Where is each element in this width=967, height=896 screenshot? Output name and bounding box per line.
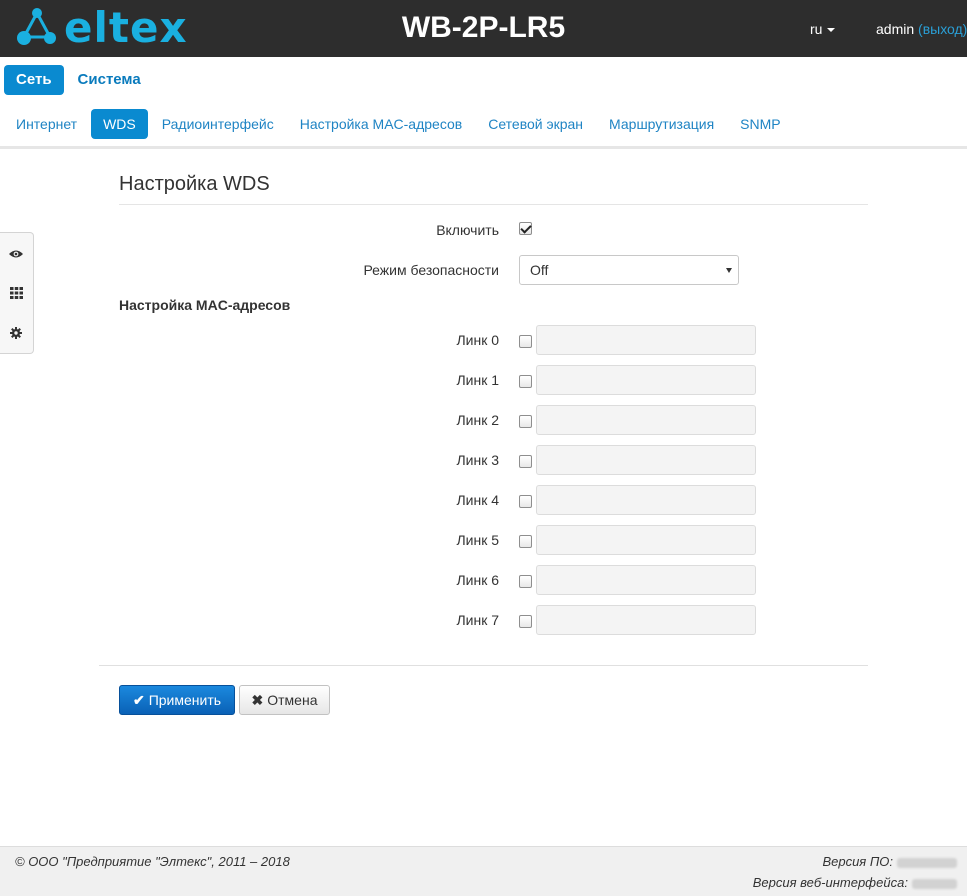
link-3-mac-input[interactable] [536,445,756,475]
link-4-checkbox[interactable] [519,495,532,508]
title-divider [119,204,868,205]
tab-system[interactable]: Система [66,65,153,95]
tab-network[interactable]: Сеть [4,65,64,95]
link-2-label: Линк 2 [456,412,499,428]
footer: © ООО "Предприятие "Элтекс", 2011 – 2018… [0,846,967,896]
subtab-mac-settings[interactable]: Настройка MAC-адресов [288,109,475,139]
caret-down-icon [827,28,836,33]
firmware-version: Версия ПО: [822,854,957,869]
gear-icon[interactable] [7,324,25,342]
security-mode-label: Режим безопасности [363,262,499,278]
link-0-mac-input[interactable] [536,325,756,355]
eye-icon[interactable] [7,245,25,263]
subtab-radio-interface[interactable]: Радиоинтерфейс [150,109,286,139]
subtab-snmp[interactable]: SNMP [728,109,792,139]
user-area: admin (выход) [876,20,967,38]
redacted-web-version [912,878,957,889]
link-3-checkbox[interactable] [519,455,532,468]
link-6-mac-input[interactable] [536,565,756,595]
language-dropdown[interactable]: ru [810,20,836,38]
link-0-label: Линк 0 [456,332,499,348]
link-5-mac-input[interactable] [536,525,756,555]
eltex-logo-icon [17,8,56,45]
eltex-logo[interactable]: eltex [16,6,188,50]
link-1-checkbox[interactable] [519,375,532,388]
main-nav: Сеть Система [4,65,155,95]
link-4-label: Линк 4 [456,492,499,508]
link-1-mac-input[interactable] [536,365,756,395]
apply-button-label: Применить [148,692,222,708]
link-0-checkbox[interactable] [519,335,532,348]
subnav-divider [0,146,967,149]
header-bar: eltex WB-2P-LR5 ru admin (выход) [0,0,967,57]
subtab-wds[interactable]: WDS [91,109,148,139]
subtab-routing[interactable]: Маршрутизация [597,109,726,139]
cancel-button-label: Отмена [267,692,318,708]
firmware-version-label: Версия ПО: [822,854,893,869]
page-title: Настройка WDS [119,173,270,195]
logout-link[interactable]: (выход) [918,21,967,37]
checkmark-icon: ✔ [132,691,145,708]
form-divider [99,665,868,666]
link-4-mac-input[interactable] [536,485,756,515]
apply-button[interactable]: ✔ Применить [119,685,235,715]
link-2-checkbox[interactable] [519,415,532,428]
copyright-text: © ООО "Предприятие "Элтекс", 2011 – 2018 [15,854,290,869]
close-icon: ✖ [251,691,264,708]
link-2-mac-input[interactable] [536,405,756,435]
cancel-button[interactable]: ✖ Отмена [239,685,330,715]
link-6-checkbox[interactable] [519,575,532,588]
sub-nav: Интернет WDS Радиоинтерфейс Настройка MA… [4,109,795,139]
mac-section-heading: Настройка MAC-адресов [119,297,291,313]
link-6-label: Линк 6 [456,572,499,588]
link-7-mac-input[interactable] [536,605,756,635]
enable-label: Включить [436,222,499,238]
username: admin [876,21,915,37]
web-interface-version-label: Версия веб-интерфейса: [752,875,908,890]
side-toolbar [0,232,34,354]
grid-icon[interactable] [7,284,25,302]
redacted-firmware-version [897,857,957,868]
eltex-logo-text: eltex [64,3,188,52]
subtab-internet[interactable]: Интернет [4,109,89,139]
link-3-label: Линк 3 [456,452,499,468]
subtab-firewall[interactable]: Сетевой экран [476,109,595,139]
dropdown-caret-icon [726,268,732,273]
web-interface-version: Версия веб-интерфейса: [753,875,957,890]
security-mode-select[interactable]: Off [519,255,739,285]
enable-checkbox[interactable] [519,222,532,235]
language-value: ru [810,21,823,37]
link-5-label: Линк 5 [456,532,499,548]
link-7-label: Линк 7 [456,612,499,628]
link-7-checkbox[interactable] [519,615,532,628]
link-5-checkbox[interactable] [519,535,532,548]
link-1-label: Линк 1 [456,372,499,388]
security-mode-value: Off [530,262,549,278]
